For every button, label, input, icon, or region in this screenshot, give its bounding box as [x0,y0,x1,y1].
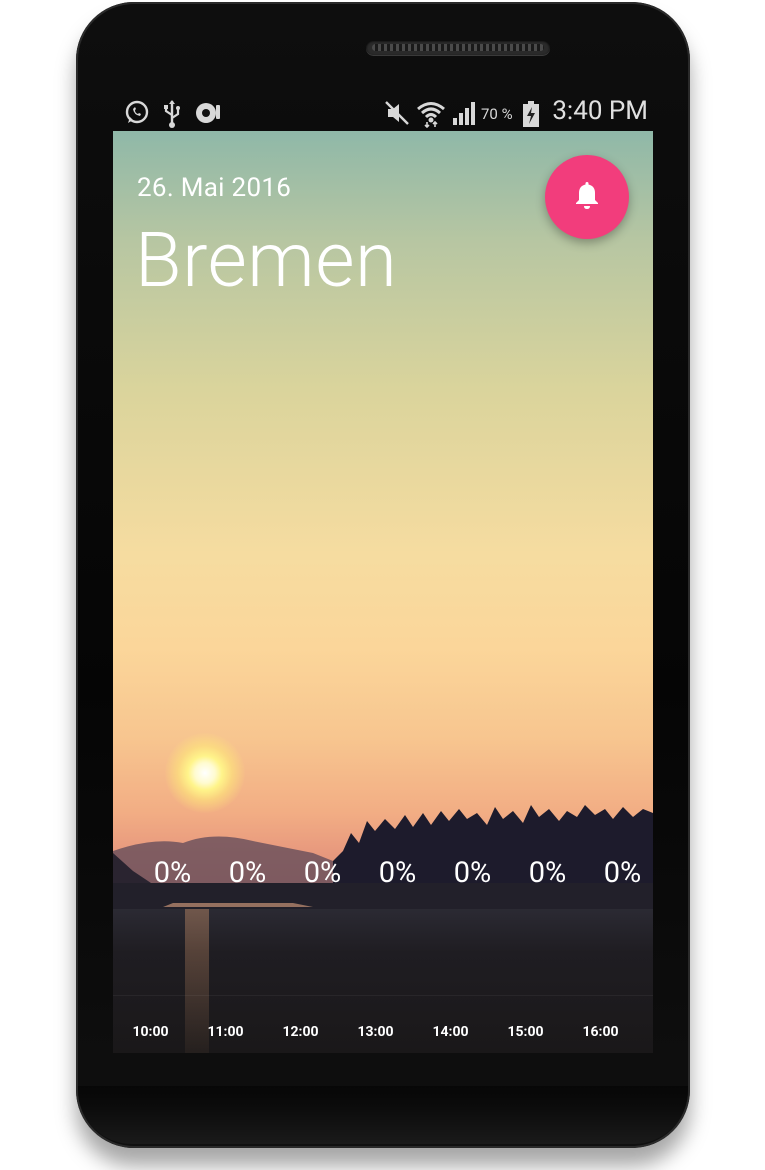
voicemail-icon [194,100,224,130]
hour-row: 10:00 11:00 12:00 13:00 14:00 15:00 16:0… [113,1024,653,1044]
city-name: Bremen [135,215,398,305]
hour-label: 11:00 [207,1024,244,1040]
hour-label: 15:00 [507,1024,544,1040]
alarm-button[interactable] [545,155,629,239]
precip-value: 0% [528,856,567,890]
precip-value: 0% [453,856,492,890]
usb-icon [162,100,182,132]
status-bar: 70 % 3:40 PM [114,94,652,130]
whatsapp-icon [124,100,150,130]
signal-icon [452,100,478,130]
app-screen: 26. Mai 2016 Bremen 0% 0% 0% 0% 0% 0% 0%… [113,131,653,1053]
hour-label: 14:00 [432,1024,469,1040]
hour-label: 10:00 [132,1024,169,1040]
earpiece-speaker [366,40,550,55]
date-label: 26. Mai 2016 [137,173,292,203]
precipitation-row: 0% 0% 0% 0% 0% 0% 0% [113,856,653,896]
precip-value: 0% [153,856,192,890]
hour-label: 13:00 [357,1024,394,1040]
precip-value: 0% [378,856,417,890]
hour-label: 16:00 [582,1024,619,1040]
clock: 3:40 PM [552,96,648,126]
precip-value: 0% [603,856,642,890]
divider [113,995,653,996]
wifi-icon [416,100,446,132]
battery-charging-icon [522,100,540,132]
phone-chin [78,1086,688,1144]
hour-label: 12:00 [282,1024,319,1040]
mute-icon [384,100,410,130]
precip-value: 0% [228,856,267,890]
bell-icon [574,180,600,214]
precip-value: 0% [303,856,342,890]
battery-percent: 70 % [481,105,513,123]
